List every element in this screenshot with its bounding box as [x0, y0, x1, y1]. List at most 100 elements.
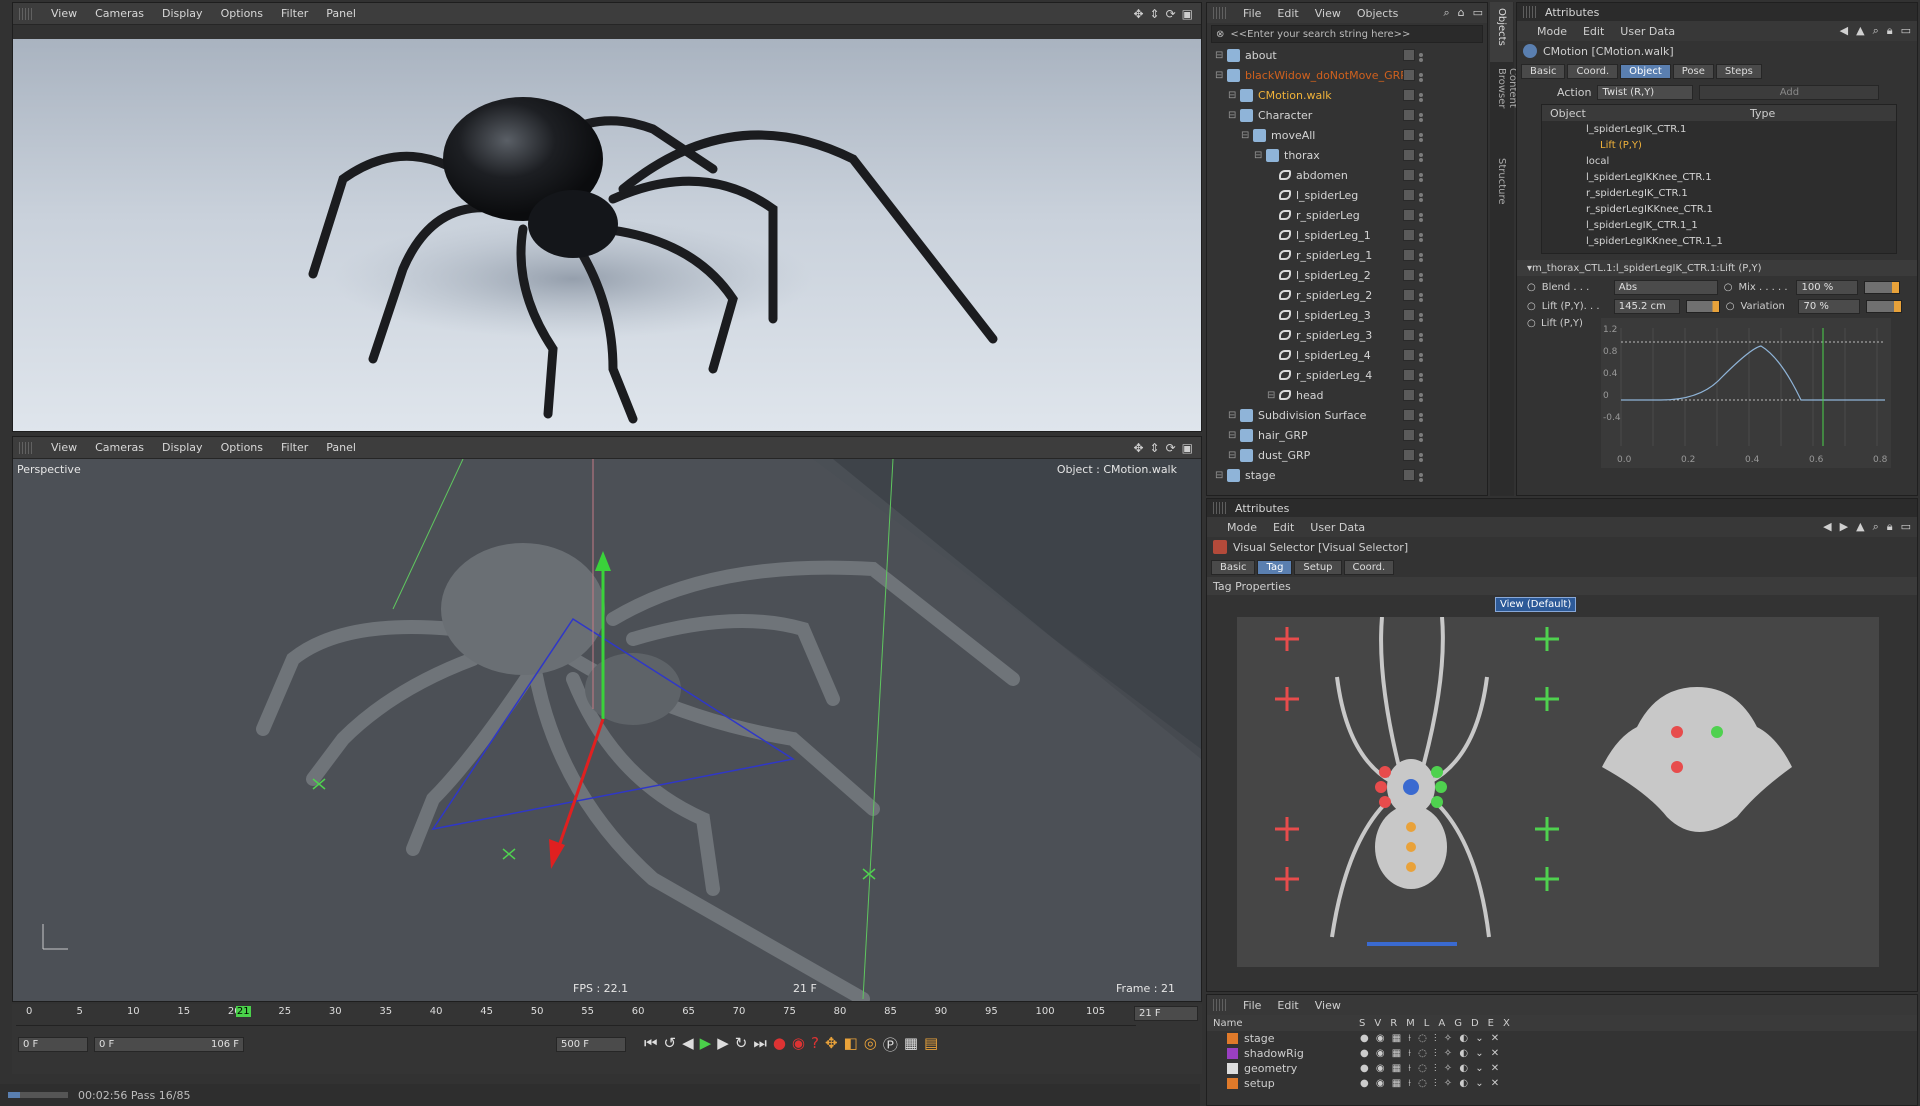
- timeline[interactable]: 0 5 10 15 20 25 30 35 40 45 50 55 60 65 70 75 80 85 90 95 10…: [12, 1004, 1202, 1074]
- tab-basic[interactable]: Basic: [1211, 559, 1256, 575]
- tab-structure[interactable]: Structure: [1490, 152, 1513, 212]
- attr-menu-user-data[interactable]: User Data: [1620, 25, 1675, 38]
- object-tree-item[interactable]: ⊟ blackWidow_doNotMove_GRP: [1207, 65, 1487, 85]
- object-tree-item[interactable]: r_spiderLeg_4: [1207, 365, 1487, 385]
- object-search-bar[interactable]: ⊗ <<Enter your search string here>>: [1211, 25, 1483, 43]
- visibility-flags[interactable]: [1403, 89, 1423, 101]
- menu-filter[interactable]: Filter: [281, 441, 308, 454]
- attr-tabs[interactable]: Basic Coord. Object Pose Steps: [1517, 61, 1917, 81]
- visibility-flags[interactable]: [1403, 189, 1423, 201]
- maximize-view-icon[interactable]: ▣: [1182, 7, 1193, 21]
- maximize-view-icon[interactable]: ▣: [1182, 441, 1193, 455]
- curve-radio[interactable]: ○: [1527, 318, 1536, 329]
- back-icon[interactable]: ◀: [1840, 24, 1848, 38]
- start-frame-field[interactable]: 0 F: [18, 1037, 88, 1052]
- object-manager[interactable]: File Edit View Objects ⌕ ⌂ ▭ ⊗ <<Enter y…: [1206, 2, 1488, 496]
- visibility-dots-icon[interactable]: [1419, 53, 1423, 57]
- go-to-start-icon[interactable]: ⏮: [644, 1034, 658, 1055]
- add-button[interactable]: Add: [1699, 85, 1880, 100]
- layer-flag-header[interactable]: R: [1390, 1018, 1397, 1029]
- action-dropdown[interactable]: Twist (R,Y): [1597, 85, 1694, 100]
- attributes-panel-visual-selector[interactable]: Attributes Mode Edit User Data ◀ ▶ ▲ ⌕ 🔒…: [1206, 498, 1918, 992]
- layer-color-swatch[interactable]: [1227, 1078, 1238, 1089]
- visibility-flags[interactable]: [1403, 429, 1423, 441]
- attr-tabs[interactable]: Basic Tag Setup Coord.: [1207, 557, 1917, 577]
- layer-checkbox[interactable]: [1403, 249, 1415, 261]
- visibility-dots-icon[interactable]: [1419, 313, 1423, 317]
- position-key-icon[interactable]: ✥: [825, 1034, 838, 1055]
- visibility-flags[interactable]: [1403, 209, 1423, 221]
- layer-list[interactable]: stage ● ◉ ▦ ⟊ ◌ ⫶ ✧ ◐ ⌄ ✕ shadowRig ● ◉ ▦ ⟊…: [1207, 1031, 1917, 1091]
- layer-checkbox[interactable]: [1403, 329, 1415, 341]
- lift-radio[interactable]: ○: [1527, 301, 1536, 312]
- record-icon[interactable]: ●: [773, 1034, 786, 1055]
- object-tree-item[interactable]: r_spiderLeg_3: [1207, 325, 1487, 345]
- section-header[interactable]: ▾ m_thorax_CTL.1:l_spiderLegIK_CTR.1:Lif…: [1517, 260, 1917, 276]
- visibility-flags[interactable]: [1403, 469, 1423, 481]
- object-tree-item[interactable]: l_spiderLeg_1: [1207, 225, 1487, 245]
- search-icon[interactable]: ⌕: [1443, 6, 1449, 20]
- attr-menu-edit[interactable]: Edit: [1273, 521, 1294, 534]
- up-icon[interactable]: ▲: [1856, 520, 1864, 534]
- pla-key-icon[interactable]: ▦: [904, 1034, 918, 1055]
- layer-flag-header[interactable]: M: [1406, 1018, 1415, 1029]
- new-window-icon[interactable]: ▭: [1901, 24, 1911, 38]
- object-tree-item[interactable]: r_spiderLeg_2: [1207, 285, 1487, 305]
- action-list-item[interactable]: l_spiderLegIK_CTR.1_1: [1542, 217, 1896, 233]
- object-tree-item[interactable]: ⊟ moveAll: [1207, 125, 1487, 145]
- attr-menu-mode[interactable]: Mode: [1537, 25, 1567, 38]
- layer-flag-header[interactable]: D: [1471, 1018, 1479, 1029]
- visibility-flags[interactable]: [1403, 369, 1423, 381]
- attributes-panel-cmotion[interactable]: Attributes Mode Edit User Data ◀ ▲ ⌕ 🔒︎ …: [1516, 2, 1918, 496]
- grip-icon[interactable]: [1213, 999, 1227, 1011]
- action-list-item[interactable]: r_spiderLegIK_CTR.1: [1542, 185, 1896, 201]
- action-object-list[interactable]: l_spiderLegIK_CTR.1 Lift (P,Y) local l_spid…: [1542, 121, 1896, 249]
- layer-manager[interactable]: File Edit View Name SVRMLAGDEX stage ● ◉ …: [1206, 994, 1918, 1106]
- rotate-view-icon[interactable]: ⟳: [1166, 7, 1176, 21]
- menu-cameras[interactable]: Cameras: [95, 441, 144, 454]
- param-key-icon[interactable]: Ⓟ: [883, 1034, 898, 1055]
- visibility-dots-icon[interactable]: [1419, 473, 1423, 477]
- home-icon[interactable]: ⌂: [1458, 6, 1465, 20]
- object-tree-item[interactable]: ⊟ Subdivision Surface: [1207, 405, 1487, 425]
- visibility-dots-icon[interactable]: [1419, 433, 1423, 437]
- object-tree-item[interactable]: ⊟ thorax: [1207, 145, 1487, 165]
- layer-flag-header[interactable]: X: [1503, 1018, 1510, 1029]
- tab-objects[interactable]: Objects: [1490, 2, 1513, 62]
- visibility-dots-icon[interactable]: [1419, 413, 1423, 417]
- lock-icon[interactable]: 🔒︎: [1887, 24, 1893, 38]
- rotate-view-icon[interactable]: ⟳: [1166, 441, 1176, 455]
- visibility-dots-icon[interactable]: [1419, 173, 1423, 177]
- layer-flag-header[interactable]: V: [1374, 1018, 1381, 1029]
- lift-slider[interactable]: [1685, 300, 1720, 313]
- menu-options[interactable]: Options: [221, 441, 263, 454]
- blend-dropdown[interactable]: Abs: [1613, 280, 1718, 295]
- current-frame-field[interactable]: 21 F: [1134, 1006, 1198, 1021]
- action-list-item[interactable]: l_spiderLegIKKnee_CTR.1: [1542, 169, 1896, 185]
- object-tree-item[interactable]: ⊟ head: [1207, 385, 1487, 405]
- visibility-dots-icon[interactable]: [1419, 273, 1423, 277]
- layer-checkbox[interactable]: [1403, 389, 1415, 401]
- mix-field[interactable]: 100 %: [1796, 280, 1859, 295]
- action-list-item[interactable]: l_spiderLegIK_CTR.1: [1542, 121, 1896, 137]
- layer-checkbox[interactable]: [1403, 149, 1415, 161]
- grip-icon[interactable]: [1213, 7, 1227, 19]
- grip-icon[interactable]: [1213, 502, 1227, 514]
- attr-menu-user-data[interactable]: User Data: [1310, 521, 1365, 534]
- zoom-view-icon[interactable]: ⇕: [1150, 441, 1160, 455]
- menu-options[interactable]: Options: [221, 7, 263, 20]
- tab-setup[interactable]: Setup: [1294, 559, 1342, 575]
- visibility-dots-icon[interactable]: [1419, 93, 1423, 97]
- back-icon[interactable]: ◀: [1823, 520, 1831, 534]
- layer-name-header[interactable]: Name: [1213, 1018, 1359, 1029]
- layer-checkbox[interactable]: [1403, 209, 1415, 221]
- layer-color-swatch[interactable]: [1227, 1048, 1238, 1059]
- forward-icon[interactable]: ▶: [1840, 520, 1848, 534]
- visibility-flags[interactable]: [1403, 289, 1423, 301]
- expand-icon[interactable]: ⊟: [1267, 390, 1279, 401]
- om-menu-file[interactable]: File: [1243, 7, 1261, 20]
- visibility-flags[interactable]: [1403, 329, 1423, 341]
- visibility-dots-icon[interactable]: [1419, 73, 1423, 77]
- layer-checkbox[interactable]: [1403, 309, 1415, 321]
- end-frame-field[interactable]: 500 F: [556, 1037, 626, 1052]
